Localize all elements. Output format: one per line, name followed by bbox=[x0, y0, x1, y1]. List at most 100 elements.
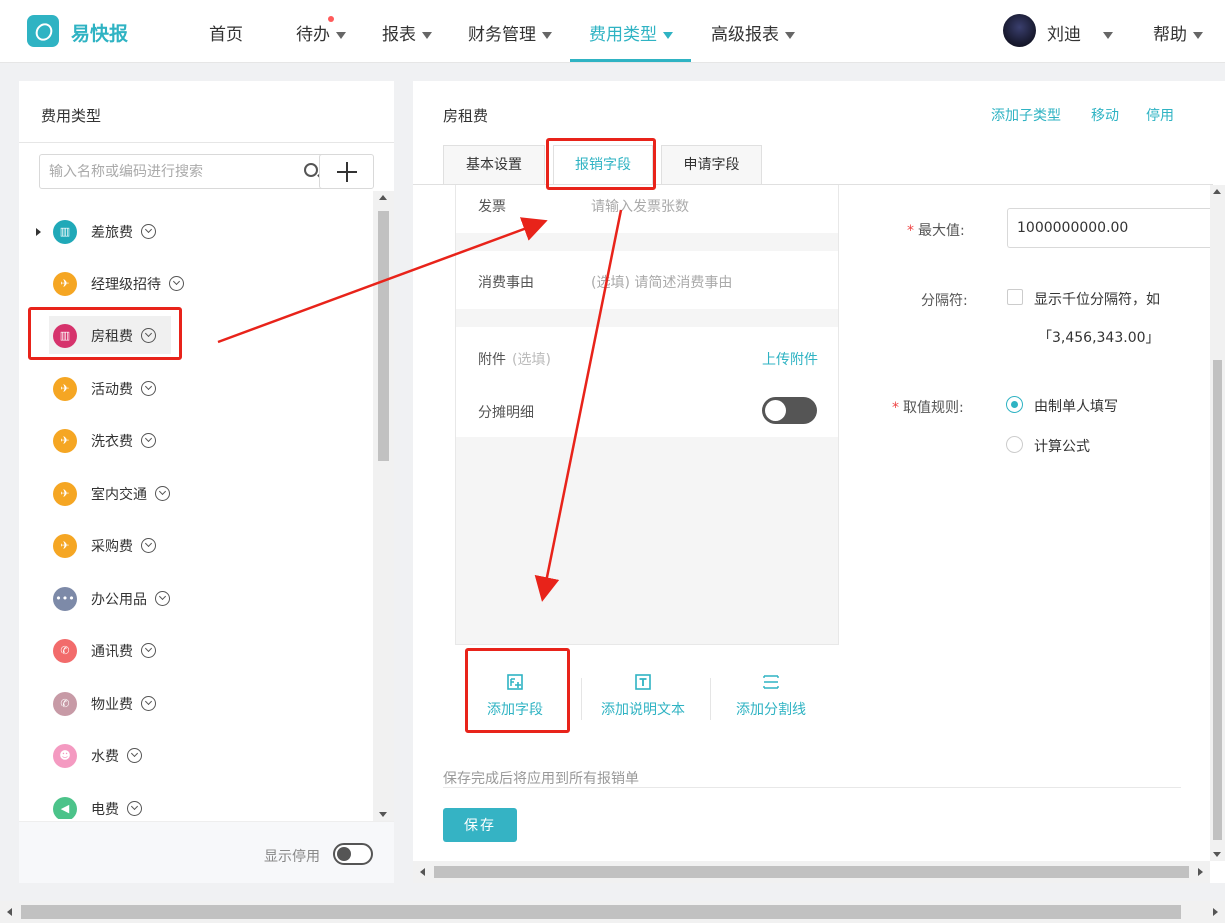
rule-option-formula: 计算公式 bbox=[1034, 439, 1090, 455]
list-item[interactable]: ✈ 采购费 bbox=[19, 526, 373, 566]
list-item[interactable]: ☻ 水费 bbox=[19, 736, 373, 776]
expense-type-detail-panel: 房租费 添加子类型 移动 停用 基本设置 报销字段 申请字段 发票 请输入发票张… bbox=[413, 81, 1225, 883]
field-row-reason[interactable]: 消费事由 (选填) 请简述消费事由 bbox=[456, 251, 838, 309]
toolbar-separator bbox=[710, 678, 711, 720]
rule-radio-manual[interactable] bbox=[1006, 396, 1023, 413]
add-field-button[interactable]: 添加字段 bbox=[487, 673, 543, 719]
nav-item-reports[interactable]: 报表 bbox=[382, 20, 432, 45]
caret-down-icon bbox=[422, 31, 432, 39]
building-icon: ▥ bbox=[53, 324, 77, 348]
search-input[interactable] bbox=[40, 155, 270, 188]
nav-item-finance[interactable]: 财务管理 bbox=[468, 20, 552, 45]
scroll-left-icon[interactable] bbox=[7, 908, 12, 916]
brand-name[interactable]: 易快报 bbox=[71, 19, 128, 46]
nav-item-home[interactable]: 首页 bbox=[209, 20, 243, 45]
tab-basic-settings[interactable]: 基本设置 bbox=[443, 145, 545, 185]
divider-icon bbox=[763, 675, 779, 689]
tab-reimbursement-fields[interactable]: 报销字段 bbox=[553, 145, 653, 186]
search-icon[interactable] bbox=[304, 163, 318, 177]
panel-title: 费用类型 bbox=[41, 107, 102, 125]
chevron-down-circle-icon[interactable] bbox=[155, 486, 170, 501]
add-subtype-link[interactable]: 添加子类型 bbox=[991, 105, 1061, 125]
chevron-down-circle-icon[interactable] bbox=[155, 591, 170, 606]
expense-type-panel: 费用类型 ▥ 差旅费 ✈ 经理级招待 ▥ 房租费 ✈ 活动费 ✈ 洗衣费 ✈ bbox=[19, 81, 394, 883]
disable-link[interactable]: 停用 bbox=[1146, 105, 1174, 125]
field-preview-list: 发票 请输入发票张数 消费事由 (选填) 请简述消费事由 附件 (选填) 上传附件… bbox=[455, 185, 839, 645]
move-link[interactable]: 移动 bbox=[1091, 105, 1119, 125]
add-divider-button[interactable]: 添加分割线 bbox=[736, 673, 806, 719]
user-avatar[interactable] bbox=[1003, 14, 1036, 47]
field-row-attachment[interactable]: 附件 (选填) 上传附件 分摊明细 bbox=[456, 327, 838, 437]
list-item[interactable]: ✆ 通讯费 bbox=[19, 631, 373, 671]
scrollbar-thumb[interactable] bbox=[21, 905, 1181, 919]
split-detail-toggle[interactable] bbox=[762, 397, 817, 424]
rule-radio-formula[interactable] bbox=[1006, 436, 1023, 453]
notification-dot bbox=[328, 16, 334, 22]
chevron-down-circle-icon[interactable] bbox=[141, 381, 156, 396]
show-disabled-toggle[interactable] bbox=[333, 843, 373, 865]
chevron-down-circle-icon[interactable] bbox=[141, 224, 156, 239]
add-description-text-button[interactable]: 添加说明文本 bbox=[601, 673, 685, 719]
help-menu[interactable]: 帮助 bbox=[1153, 20, 1203, 45]
list-item[interactable]: ✈ 活动费 bbox=[19, 369, 373, 409]
caret-down-icon bbox=[336, 31, 346, 39]
expand-arrow-icon[interactable] bbox=[36, 228, 41, 236]
nav-item-todo[interactable]: 待办 bbox=[296, 20, 346, 45]
plane-icon: ✈ bbox=[53, 429, 77, 453]
chevron-down-circle-icon[interactable] bbox=[127, 801, 142, 816]
scrollbar-thumb[interactable] bbox=[378, 211, 389, 461]
chevron-down-circle-icon[interactable] bbox=[127, 748, 142, 763]
top-nav-bar: 易快报 首页 待办 报表 财务管理 费用类型 高级报表 刘迪 帮助 bbox=[0, 0, 1225, 63]
list-scrollbar[interactable] bbox=[373, 191, 394, 821]
list-item[interactable]: ▥ 差旅费 bbox=[19, 212, 373, 252]
thousand-separator-checkbox[interactable] bbox=[1007, 289, 1023, 305]
page-horizontal-scrollbar[interactable] bbox=[0, 901, 1225, 923]
chevron-down-circle-icon[interactable] bbox=[141, 328, 156, 343]
list-item[interactable]: ••• 办公用品 bbox=[19, 579, 373, 619]
list-item[interactable]: ✈ 室内交通 bbox=[19, 474, 373, 514]
phone-icon: ✆ bbox=[53, 692, 77, 716]
chevron-down-circle-icon[interactable] bbox=[141, 538, 156, 553]
divider bbox=[443, 787, 1181, 788]
scroll-down-icon[interactable] bbox=[1213, 852, 1221, 857]
nav-item-advanced-reports[interactable]: 高级报表 bbox=[711, 20, 795, 45]
add-category-button[interactable] bbox=[319, 154, 374, 189]
field-row-invoice[interactable]: 发票 请输入发票张数 bbox=[456, 185, 838, 233]
chevron-down-circle-icon[interactable] bbox=[141, 433, 156, 448]
detail-horizontal-scrollbar[interactable] bbox=[413, 861, 1210, 883]
app-logo-icon[interactable] bbox=[27, 15, 59, 47]
tab-application-fields[interactable]: 申请字段 bbox=[661, 145, 762, 185]
show-disabled-label: 显示停用 bbox=[264, 849, 320, 865]
scrollbar-thumb[interactable] bbox=[1213, 360, 1222, 840]
list-item[interactable]: ◀ 电费 bbox=[19, 789, 373, 819]
list-item[interactable]: ✈ 经理级招待 bbox=[19, 264, 373, 304]
plane-icon: ✈ bbox=[53, 482, 77, 506]
chevron-down-circle-icon[interactable] bbox=[141, 643, 156, 658]
chevron-down-circle-icon[interactable] bbox=[141, 696, 156, 711]
list-item-selected[interactable]: ▥ 房租费 bbox=[19, 316, 373, 356]
building-icon: ▥ bbox=[53, 220, 77, 244]
caret-down-icon bbox=[542, 31, 552, 39]
save-button[interactable]: 保存 bbox=[443, 808, 517, 842]
scroll-right-icon[interactable] bbox=[1198, 868, 1203, 876]
nav-item-expense-types[interactable]: 费用类型 bbox=[589, 20, 673, 45]
scroll-left-icon[interactable] bbox=[420, 868, 425, 876]
rule-option-manual: 由制单人填写 bbox=[1034, 399, 1118, 415]
user-menu[interactable]: 刘迪 bbox=[1047, 20, 1113, 45]
chevron-down-circle-icon[interactable] bbox=[169, 276, 184, 291]
scroll-up-icon[interactable] bbox=[1213, 189, 1221, 194]
add-field-icon bbox=[507, 674, 523, 690]
scroll-down-icon[interactable] bbox=[379, 812, 387, 817]
caret-down-icon bbox=[1193, 31, 1203, 39]
list-item[interactable]: ✆ 物业费 bbox=[19, 684, 373, 724]
detail-vertical-scrollbar[interactable] bbox=[1210, 185, 1225, 861]
text-icon bbox=[635, 674, 651, 690]
plane-icon: ✈ bbox=[53, 272, 77, 296]
scrollbar-thumb[interactable] bbox=[434, 866, 1189, 878]
list-item[interactable]: ✈ 洗衣费 bbox=[19, 421, 373, 461]
max-value-input[interactable]: 1000000000.00 bbox=[1007, 208, 1213, 248]
upload-attachment-link[interactable]: 上传附件 bbox=[762, 349, 818, 369]
dots-icon: ••• bbox=[53, 587, 77, 611]
scroll-right-icon[interactable] bbox=[1213, 908, 1218, 916]
scroll-up-icon[interactable] bbox=[379, 195, 387, 200]
